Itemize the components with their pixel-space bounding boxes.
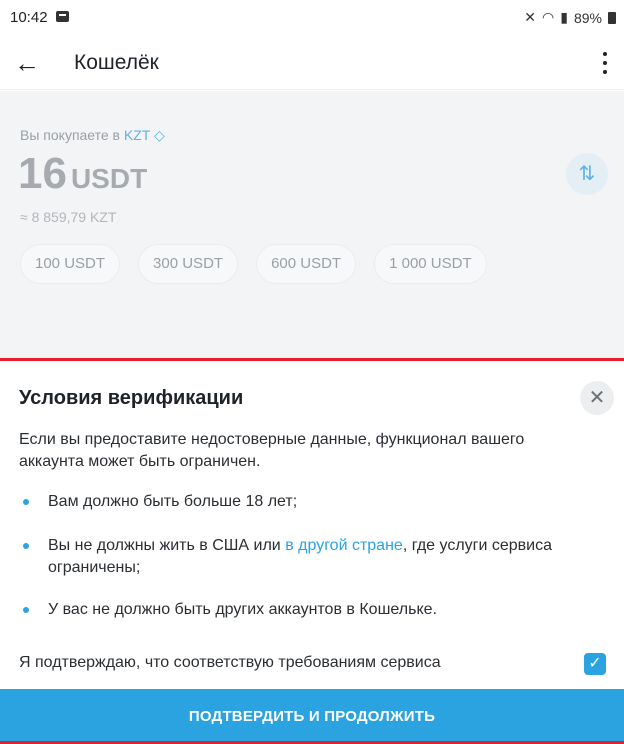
preset-amounts: 100 USDT 300 USDT 600 USDT 1 000 USDT (20, 244, 487, 284)
requirement-item: У вас не должно быть других аккаунтов в … (19, 599, 609, 621)
wifi-icon: ◠ (542, 9, 555, 25)
confirm-label: Я подтверждаю, что соответствую требован… (19, 654, 441, 671)
notification-icon (56, 11, 69, 22)
confirm-checkbox[interactable]: ✓ (584, 653, 606, 675)
arrow-left-icon[interactable]: ← (14, 49, 40, 77)
app-bar: ← Кошелёк (0, 38, 624, 90)
amount-value: 16 (18, 149, 67, 198)
bullet-icon (23, 607, 29, 613)
buying-label: Вы покупаете в (20, 127, 120, 143)
preset-chip[interactable]: 1 000 USDT (374, 244, 487, 284)
status-bar: 10:42 ✕ ◠ ▮ 89% (0, 0, 624, 38)
preset-chip[interactable]: 600 USDT (256, 244, 357, 284)
preset-chip[interactable]: 100 USDT (20, 244, 121, 284)
bullet-icon (23, 499, 29, 505)
buying-currency-line: Вы покупаете в KZT ◇ (20, 127, 165, 144)
swap-arrows-icon[interactable]: ⇅ (566, 153, 608, 195)
battery-icon (608, 11, 616, 24)
amount-display[interactable]: 16 USDT (18, 149, 147, 199)
bullet-icon (23, 543, 29, 549)
approx-value: ≈ 8 859,79 KZT (20, 209, 117, 225)
confirm-continue-button[interactable]: ПОДТВЕРДИТЬ И ПРОДОЛЖИТЬ (0, 689, 624, 744)
more-vertical-icon[interactable] (602, 52, 608, 74)
page-title: Кошелёк (74, 51, 159, 74)
status-indicators: ✕ ◠ ▮ 89% (524, 9, 616, 26)
other-country-link[interactable]: в другой стране (285, 537, 403, 554)
status-time: 10:42 (10, 9, 48, 26)
currency-selector[interactable]: KZT ◇ (124, 127, 165, 143)
sheet-title: Условия верификации (19, 387, 244, 409)
preset-chip[interactable]: 300 USDT (138, 244, 239, 284)
requirement-item: Вы не должны жить в США или в другой стр… (19, 535, 609, 579)
battery-percent: 89% (573, 9, 602, 26)
mute-icon: ✕ (524, 9, 537, 25)
amount-unit: USDT (70, 163, 148, 194)
purchase-panel: Вы покупаете в KZT ◇ 16 USDT ⇅ ≈ 8 859,79… (0, 91, 624, 359)
swap-small-icon: ◇ (153, 127, 165, 143)
signal-icon: ▮ (560, 9, 568, 25)
verification-sheet: Условия верификации ✕ Если вы предостави… (0, 358, 624, 744)
sheet-intro: Если вы предоставите недостоверные данны… (19, 431, 525, 470)
requirement-item: Вам должно быть больше 18 лет; (19, 491, 609, 513)
close-icon[interactable]: ✕ (580, 381, 614, 415)
